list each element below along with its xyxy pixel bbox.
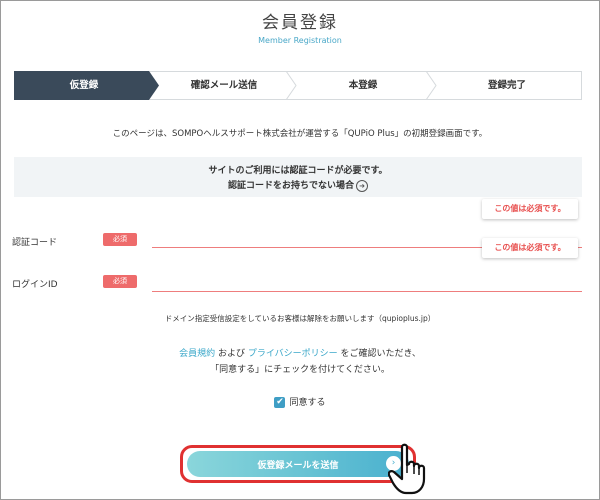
terms-link[interactable]: 会員規約: [179, 349, 215, 359]
agree-checkbox[interactable]: ✔: [274, 397, 286, 408]
intro-text: このページは、SOMPOヘルスサポート株式会社が運営する「QUPiO Plus」…: [112, 129, 488, 139]
consent-confirm-text: をご確認いただき、: [340, 349, 421, 359]
consent-line-1: 会員規約 および プライバシーポリシー をご確認いただき、: [0, 346, 600, 359]
step-3: 本登録: [348, 80, 378, 91]
auth-code-label: 認証コード: [12, 238, 58, 248]
agree-row[interactable]: ✔ 同意する: [0, 395, 600, 408]
page-subtitle: Member Registration: [258, 36, 342, 45]
agree-label[interactable]: 同意する: [289, 398, 325, 408]
auth-code-required-badge: 必須: [103, 233, 137, 246]
auth-code-notice: サイトのご利用には認証コードが必要です。 認証コードをお持ちでない場合 ➜: [14, 157, 582, 197]
login-id-input[interactable]: [152, 273, 582, 292]
notice-line-2[interactable]: 認証コードをお持ちでない場合 ➜: [14, 178, 582, 192]
consent-line-2: 「同意する」にチェックを付けてください。: [210, 365, 390, 375]
login-id-required-badge: 必須: [103, 275, 137, 288]
pointing-hand-icon: [388, 443, 426, 495]
login-id-label: ログインID: [12, 280, 58, 290]
step-1: 仮登録: [69, 80, 99, 91]
step-4: 登録完了: [487, 80, 526, 91]
domain-setting-note: ドメイン指定受信設定をしているお客様は解除をお願いします（qupioplus.j…: [164, 314, 436, 323]
auth-code-error-tooltip: この値は必須です。: [482, 199, 578, 219]
progress-steps: 仮登録 確認メール送信 本登録 登録完了: [14, 71, 582, 100]
login-id-error-tooltip: この値は必須です。: [482, 238, 578, 258]
privacy-policy-link[interactable]: プライバシーポリシー: [248, 349, 338, 359]
consent-and-text: および: [217, 349, 245, 359]
step-2: 確認メール送信: [190, 80, 258, 91]
page-title: 会員登録: [262, 13, 338, 33]
send-temporary-registration-button[interactable]: 仮登録メールを送信: [187, 451, 409, 477]
arrow-right-circle-icon[interactable]: ➜: [356, 179, 368, 192]
no-auth-code-link[interactable]: 認証コードをお持ちでない場合: [228, 181, 354, 191]
notice-line-1: サイトのご利用には認証コードが必要です。: [208, 166, 388, 176]
